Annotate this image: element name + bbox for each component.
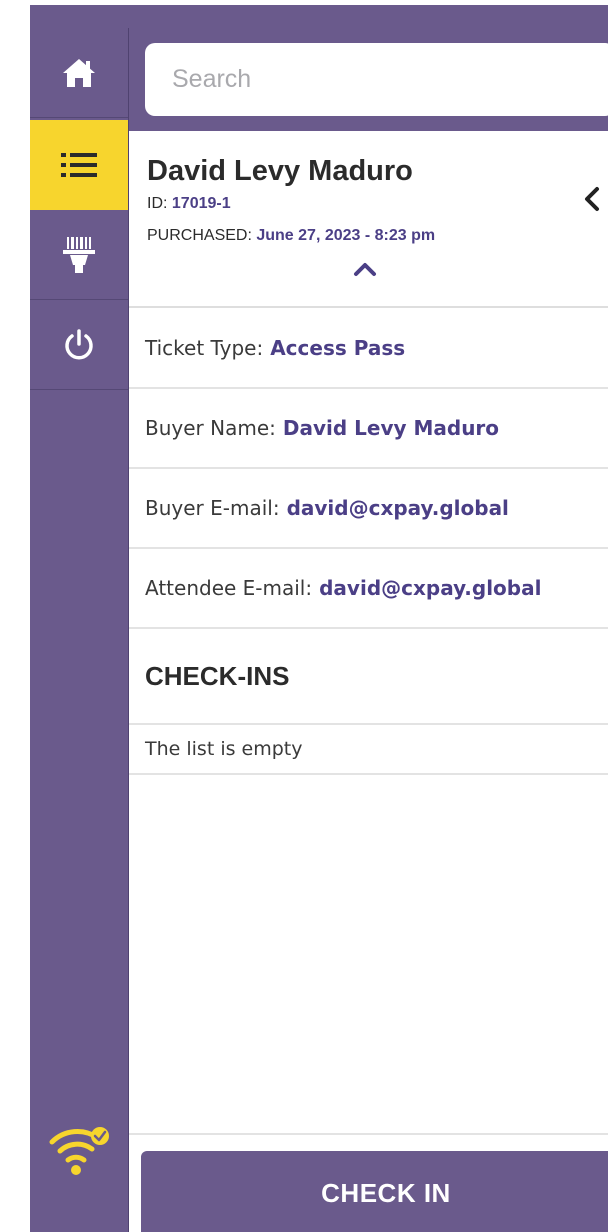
buyer-email-label: Buyer E-mail: — [145, 496, 280, 520]
attendee-email-label: Attendee E-mail: — [145, 576, 313, 600]
wifi-connected-icon — [49, 1127, 109, 1175]
purchase-date-label: PURCHASED: — [147, 227, 252, 244]
power-icon — [65, 328, 93, 359]
sidebar-item-logout[interactable] — [30, 300, 128, 390]
attendee-id-label: ID: — [147, 195, 168, 212]
attendee-header: David Levy Maduro ID: 17019-1 PURCHASED:… — [129, 131, 608, 308]
attendee-detail-panel: David Levy Maduro ID: 17019-1 PURCHASED:… — [129, 131, 608, 1232]
detail-row-buyer-name: Buyer Name: David Levy Maduro — [129, 389, 608, 469]
chevron-left-icon[interactable] — [581, 184, 603, 214]
attendee-id-value: 17019-1 — [171, 195, 231, 212]
detail-row-buyer-email: Buyer E-mail: david@cxpay.global — [129, 469, 608, 549]
checkins-empty-message: The list is empty — [129, 725, 608, 775]
search-input[interactable] — [145, 43, 608, 116]
detail-row-attendee-email: Attendee E-mail: david@cxpay.global — [129, 549, 608, 629]
detail-row-ticket-type: Ticket Type: Access Pass — [129, 309, 608, 389]
attendee-id: ID: 17019-1 — [147, 195, 231, 213]
check-in-button[interactable]: CHECK IN — [141, 1151, 608, 1232]
buyer-email-value: david@cxpay.global — [286, 496, 509, 520]
attendee-email-value: david@cxpay.global — [319, 576, 542, 600]
sidebar-item-list[interactable] — [30, 120, 128, 210]
buyer-name-value: David Levy Maduro — [282, 416, 500, 440]
divider — [129, 1133, 608, 1135]
list-icon — [61, 153, 97, 177]
home-icon — [63, 58, 95, 87]
buyer-name-label: Buyer Name: — [145, 416, 276, 440]
sidebar-item-home[interactable] — [30, 28, 128, 118]
purchase-date-value: June 27, 2023 - 8:23 pm — [256, 227, 436, 244]
barcode-scanner-icon — [63, 236, 95, 273]
sidebar — [30, 28, 129, 1232]
ticket-type-value: Access Pass — [270, 336, 406, 360]
attendee-name: David Levy Maduro — [147, 155, 413, 187]
chevron-up-icon[interactable] — [351, 259, 379, 279]
app-screen: David Levy Maduro ID: 17019-1 PURCHASED:… — [0, 0, 608, 1232]
ticket-type-label: Ticket Type: — [145, 336, 264, 360]
checkins-heading: CHECK-INS — [129, 629, 608, 725]
purchase-date: PURCHASED: June 27, 2023 - 8:23 pm — [147, 227, 435, 245]
sidebar-item-scan[interactable] — [30, 210, 128, 300]
